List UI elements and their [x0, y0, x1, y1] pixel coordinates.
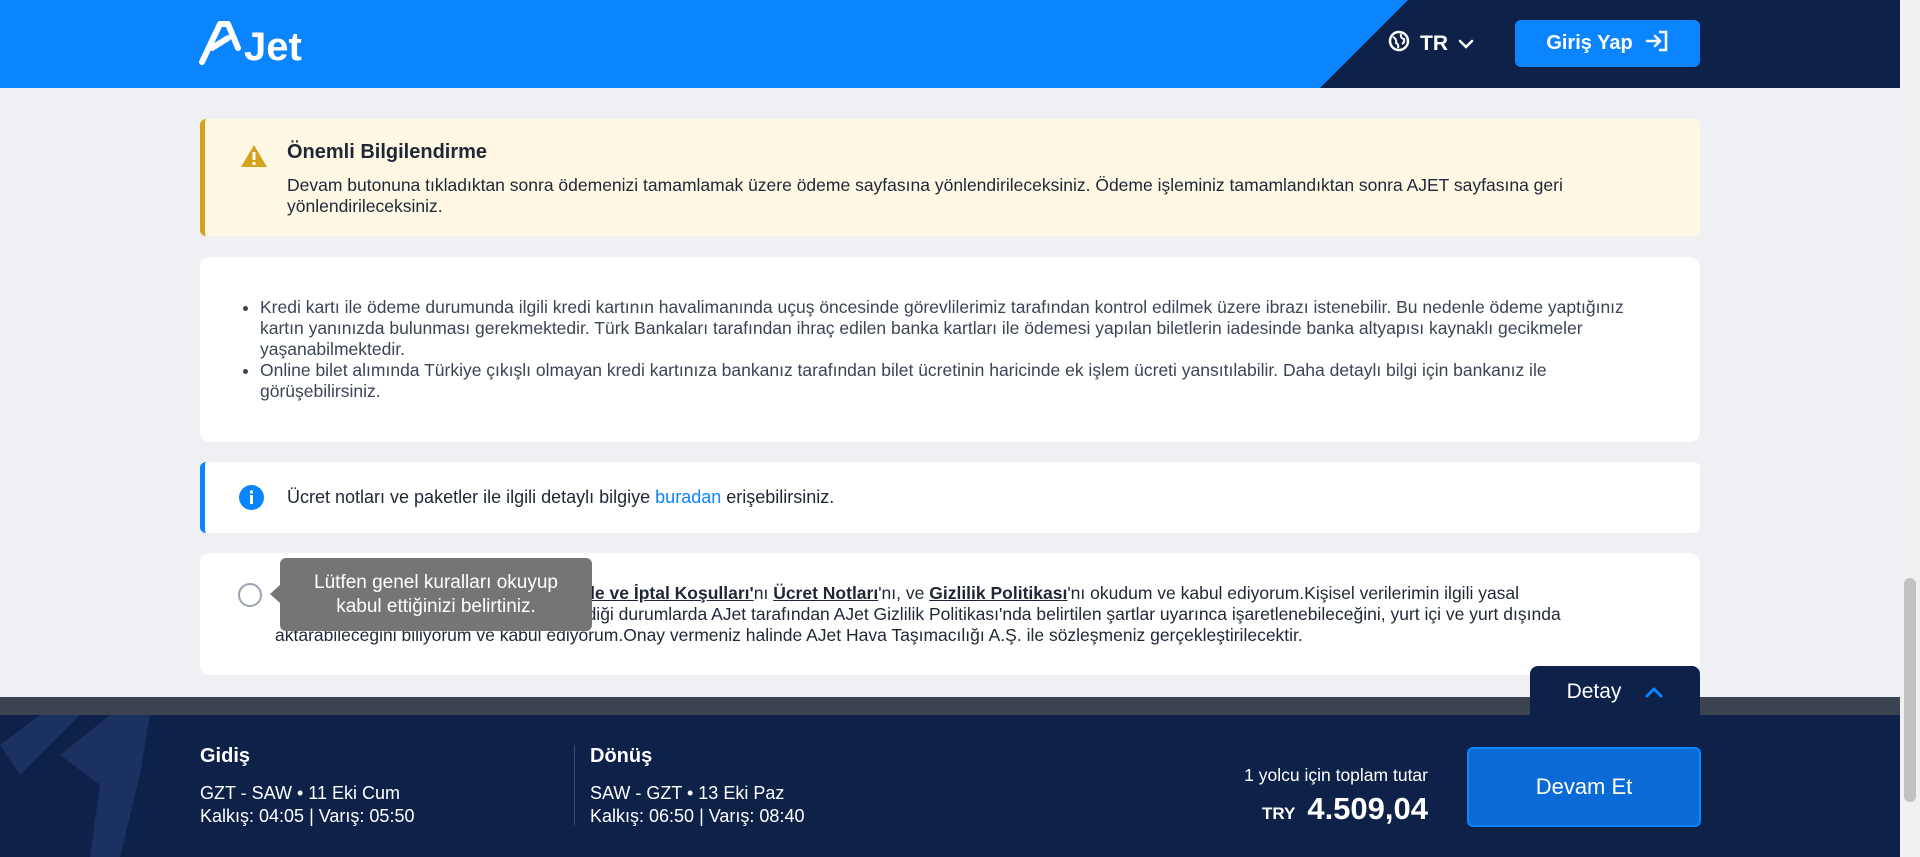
refund-conditions-link[interactable]: İade ve İptal Koşulları' — [570, 583, 754, 603]
language-label: TR — [1420, 32, 1448, 55]
booking-summary-bar: Gidiş GZT - SAW • 11 Eki Cum Kalkış: 04:… — [0, 715, 1900, 857]
total-price-label: 1 yolcu için toplam tutar — [1244, 765, 1428, 785]
privacy-policy-link[interactable]: Gizlilik Politikası — [929, 583, 1067, 603]
globe-icon — [1388, 30, 1410, 58]
tooltip-line-1: Lütfen genel kuralları okuyup — [314, 571, 558, 593]
notice-title: Önemli Bilgilendirme — [287, 141, 488, 163]
login-button[interactable]: Giriş Yap — [1515, 20, 1700, 67]
currency-code: TRY — [1261, 804, 1296, 823]
return-flight-summary: Dönüş SAW - GZT • 13 Eki Paz Kalkış: 06:… — [590, 745, 804, 828]
fare-notes-terms-link[interactable]: Ücret Notları — [773, 583, 878, 603]
warning-icon — [240, 143, 268, 174]
outbound-flight-summary: Gidiş GZT - SAW • 11 Eki Cum Kalkış: 04:… — [200, 745, 414, 828]
chevron-down-icon — [1458, 32, 1474, 56]
important-notice-card: Önemli Bilgilendirme Devam butonuna tıkl… — [200, 119, 1700, 236]
fare-notes-link[interactable]: buradan — [655, 487, 721, 507]
logo-watermark — [0, 715, 170, 857]
total-amount: 4.509,04 — [1307, 791, 1428, 826]
list-item: Kredi kartı ile ödeme durumunda ilgili k… — [260, 297, 1650, 360]
list-item: Online bilet alımında Türkiye çıkışlı ol… — [260, 360, 1650, 402]
leg-divider — [574, 745, 575, 825]
return-times: Kalkış: 06:50 | Varış: 08:40 — [590, 806, 805, 826]
outbound-route: GZT - SAW • 11 Eki Cum — [200, 783, 400, 803]
notice-text: Devam butonuna tıkladıktan sonra ödemeni… — [287, 175, 1563, 216]
detail-toggle-button[interactable]: Detay — [1530, 666, 1700, 718]
chevron-up-icon — [1645, 680, 1663, 704]
outbound-title: Gidiş — [200, 745, 251, 767]
sign-in-icon — [1645, 30, 1669, 58]
detail-label: Detay — [1566, 680, 1622, 703]
svg-text:Jet: Jet — [244, 25, 302, 66]
return-route: SAW - GZT • 13 Eki Paz — [590, 783, 785, 803]
outbound-times: Kalkış: 04:05 | Varış: 05:50 — [200, 806, 415, 826]
terms-checkbox[interactable] — [238, 583, 262, 607]
scrollbar-thumb[interactable] — [1904, 578, 1916, 802]
fare-notes-text: Ücret notları ve paketler ile ilgili det… — [287, 487, 835, 507]
fare-notes-info-card: Ücret notları ve paketler ile ilgili det… — [200, 462, 1700, 533]
page-scrollbar[interactable] — [1900, 0, 1920, 857]
info-icon — [238, 484, 265, 516]
ajet-logo[interactable]: Jet — [198, 18, 322, 66]
login-label: Giriş Yap — [1546, 32, 1633, 54]
return-title: Dönüş — [590, 745, 653, 767]
tooltip-line-2: kabul ettiğinizi belirtiniz. — [336, 595, 536, 617]
continue-button[interactable]: Devam Et — [1467, 747, 1701, 827]
language-selector[interactable]: TR — [1388, 28, 1474, 60]
total-price: TRY 4.509,04 — [1262, 791, 1428, 827]
header: Jet TR Giriş Yap — [0, 0, 1900, 88]
validation-tooltip: Lütfen genel kuralları okuyup kabul etti… — [270, 558, 592, 631]
payment-info-card: Kredi kartı ile ödeme durumunda ilgili k… — [200, 257, 1700, 442]
payment-info-list: Kredi kartı ile ödeme durumunda ilgili k… — [260, 297, 1650, 402]
